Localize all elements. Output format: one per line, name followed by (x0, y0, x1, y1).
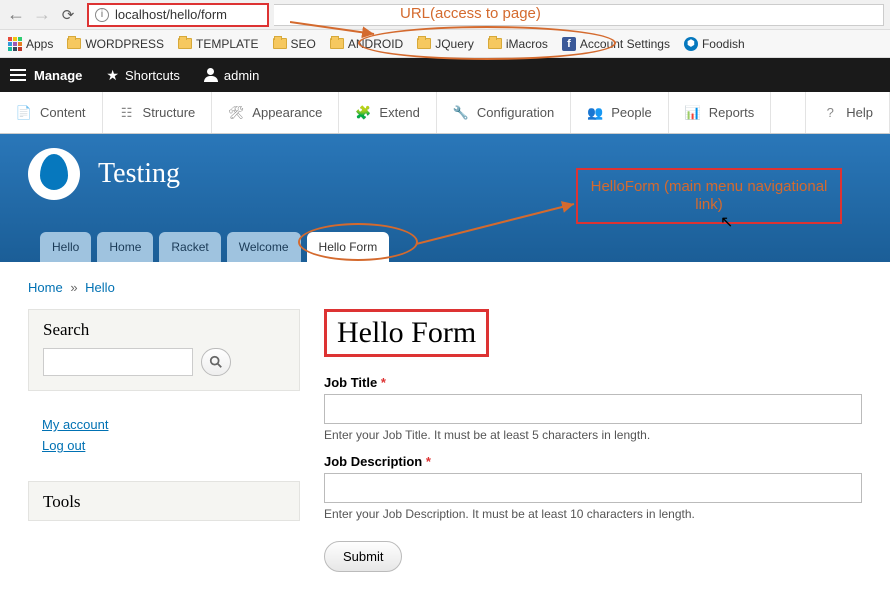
shortcuts-button[interactable]: ★ Shortcuts (106, 67, 179, 84)
search-icon (209, 355, 223, 369)
folder-icon (67, 38, 81, 49)
bookmark-seo[interactable]: SEO (273, 37, 316, 51)
hamburger-icon (10, 69, 26, 81)
sidebar: Search My account Log out Tools (28, 309, 300, 539)
input-job-title[interactable] (324, 394, 862, 424)
admin-toolbar: Manage ★ Shortcuts admin (0, 58, 890, 92)
bookmark-account[interactable]: fAccount Settings (562, 37, 670, 51)
tab-welcome[interactable]: Welcome (227, 232, 301, 262)
bookmark-wordpress[interactable]: WORDPRESS (67, 37, 164, 51)
back-button[interactable]: ← (6, 4, 26, 25)
required-mark: * (426, 454, 431, 469)
link-logout[interactable]: Log out (42, 438, 300, 453)
bookmarks-bar: Apps WORDPRESS TEMPLATE SEO ANDROID JQue… (0, 30, 890, 58)
bookmark-imacros[interactable]: iMacros (488, 37, 548, 51)
tab-hello-form[interactable]: Hello Form (307, 232, 390, 262)
search-block: Search (28, 309, 300, 391)
submit-button[interactable]: Submit (324, 541, 402, 572)
menu-configuration[interactable]: 🔧Configuration (437, 92, 571, 133)
tools-block: Tools (28, 481, 300, 521)
folder-icon (178, 38, 192, 49)
content-icon: 📄 (16, 105, 32, 121)
reports-icon: 📊 (685, 105, 701, 121)
input-job-description[interactable] (324, 473, 862, 503)
person-icon (204, 68, 218, 82)
menu-structure[interactable]: ☷Structure (103, 92, 213, 133)
menu-reports[interactable]: 📊Reports (669, 92, 772, 133)
reload-button[interactable]: ⟳ (58, 6, 78, 24)
folder-icon (488, 38, 502, 49)
main-menu: Hello Home Racket Welcome Hello Form (40, 232, 389, 262)
search-button[interactable] (201, 348, 231, 376)
menu-people[interactable]: 👥People (571, 92, 668, 133)
site-logo[interactable] (28, 148, 80, 200)
user-button[interactable]: admin (204, 68, 259, 83)
breadcrumb-hello[interactable]: Hello (85, 280, 115, 295)
folder-icon (330, 38, 344, 49)
link-my-account[interactable]: My account (42, 417, 300, 432)
forward-button[interactable]: → (32, 4, 52, 25)
site-name[interactable]: Testing (98, 158, 180, 190)
search-title: Search (29, 310, 299, 348)
tab-hello[interactable]: Hello (40, 232, 91, 262)
folder-icon (417, 38, 431, 49)
desc-job-title: Enter your Job Title. It must be at leas… (324, 428, 862, 442)
label-job-description: Job Description * (324, 454, 862, 469)
people-icon: 👥 (587, 105, 603, 121)
user-block: My account Log out (28, 409, 300, 463)
apps-label: Apps (26, 37, 53, 51)
help-icon: ? (822, 105, 838, 121)
configuration-icon: 🔧 (453, 105, 469, 121)
structure-icon: ☷ (119, 105, 135, 121)
menu-extend[interactable]: 🧩Extend (339, 92, 436, 133)
page-title: Hello Form (324, 309, 489, 357)
bookmark-foodish[interactable]: ⬢Foodish (684, 37, 745, 51)
menu-content[interactable]: 📄Content (0, 92, 103, 133)
bookmark-template[interactable]: TEMPLATE (178, 37, 258, 51)
extend-icon: 🧩 (355, 105, 371, 121)
required-mark: * (381, 375, 386, 390)
star-icon: ★ (106, 67, 119, 84)
url-text: localhost/hello/form (115, 7, 227, 22)
url-bar-rest[interactable] (274, 4, 884, 26)
menu-appearance[interactable]: 🛠Appearance (212, 92, 339, 133)
main-content: Hello Form Job Title * Enter your Job Ti… (324, 309, 862, 572)
appearance-icon: 🛠 (228, 105, 244, 121)
tools-title: Tools (29, 482, 299, 520)
page-body: Home » Hello Search My account Log out (0, 262, 890, 590)
manage-button[interactable]: Manage (10, 68, 82, 83)
site-header: Testing Hello Home Racket Welcome Hello … (0, 134, 890, 262)
url-bar[interactable]: i localhost/hello/form (88, 4, 268, 26)
bookmark-android[interactable]: ANDROID (330, 37, 403, 51)
admin-menu: 📄Content ☷Structure 🛠Appearance 🧩Extend … (0, 92, 890, 134)
desc-job-description: Enter your Job Description. It must be a… (324, 507, 862, 521)
breadcrumb: Home » Hello (28, 280, 862, 295)
breadcrumb-home[interactable]: Home (28, 280, 63, 295)
search-input[interactable] (43, 348, 193, 376)
apps-icon (8, 37, 22, 51)
tab-home[interactable]: Home (97, 232, 153, 262)
drupal-icon: ⬢ (684, 37, 698, 51)
site-info-icon[interactable]: i (95, 8, 109, 22)
tab-racket[interactable]: Racket (159, 232, 220, 262)
menu-help[interactable]: ?Help (805, 92, 890, 133)
manage-label: Manage (34, 68, 82, 83)
label-job-title: Job Title * (324, 375, 862, 390)
bookmark-jquery[interactable]: JQuery (417, 37, 474, 51)
apps-button[interactable]: Apps (8, 37, 53, 51)
folder-icon (273, 38, 287, 49)
facebook-icon: f (562, 37, 576, 51)
browser-toolbar: ← → ⟳ i localhost/hello/form (0, 0, 890, 30)
